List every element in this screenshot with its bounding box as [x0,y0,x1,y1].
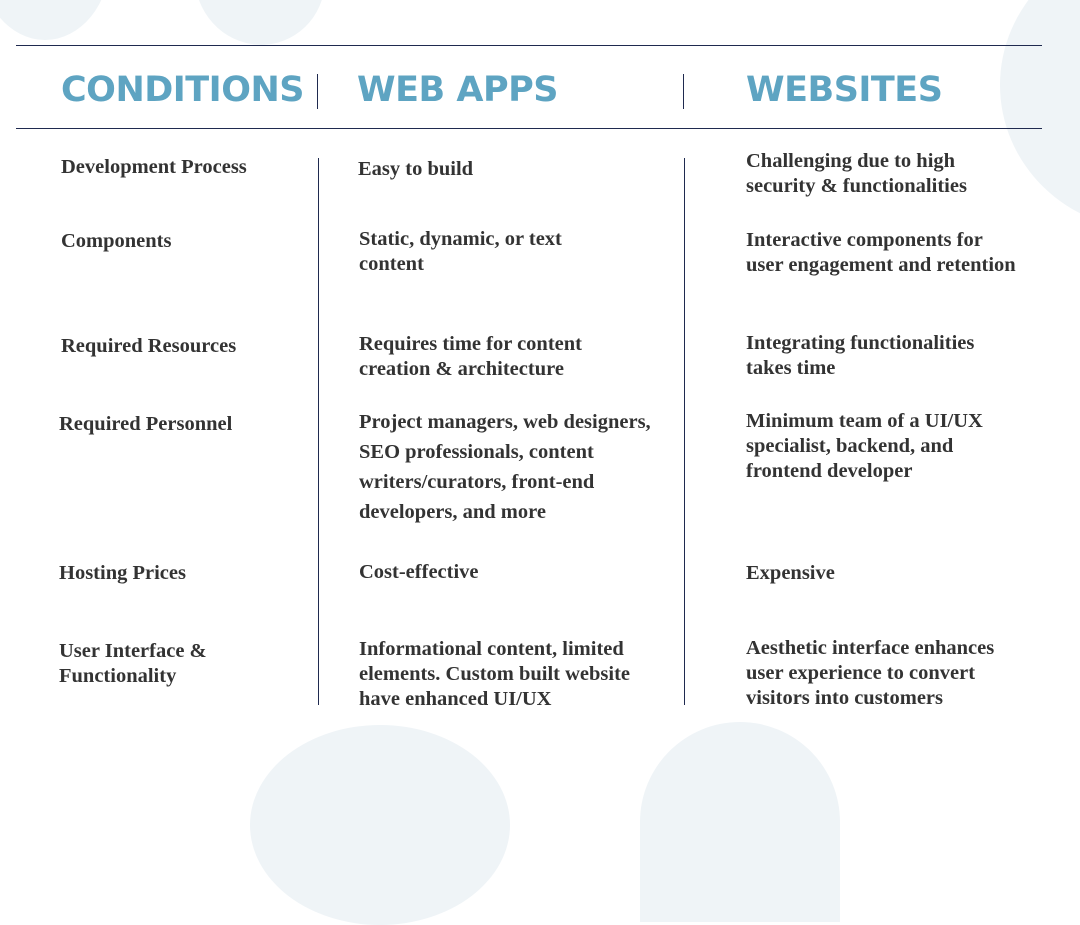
websites-cell: Interactive components for user engageme… [746,229,1016,276]
websites-cell: Expensive [746,562,835,584]
header-websites: WEBSITES [746,70,943,110]
web-apps-cell: Project managers, web designers, SEO pro… [359,411,651,523]
condition-label: Components [61,230,172,252]
websites-cell: Aesthetic interface enhances user experi… [746,637,995,709]
condition-label: User Interface & Functionality [59,640,207,687]
header-conditions: CONDITIONS [61,70,304,110]
web-apps-cell: Static, dynamic, or text content [359,228,562,275]
background-shape [250,725,510,925]
body-column-divider [318,158,319,705]
condition-label: Development Process [61,156,247,178]
body-column-divider [684,158,685,705]
header-web-apps: WEB APPS [357,70,558,110]
background-shape [640,722,840,922]
header-column-divider [683,74,684,109]
web-apps-cell: Informational content, limited elements.… [359,638,631,710]
websites-cell: Integrating functionalities takes time [746,332,975,379]
condition-label: Required Resources [61,335,237,357]
header-top-divider [16,45,1042,46]
web-apps-cell: Requires time for content creation & arc… [359,333,582,380]
condition-label: Required Personnel [59,413,233,435]
background-shape [1000,0,1080,230]
background-shape [179,0,341,60]
websites-cell: Challenging due to high security & funct… [746,150,967,197]
background-shape [0,0,110,40]
websites-cell: Minimum team of a UI/UX specialist, back… [746,410,983,482]
header-column-divider [317,74,318,109]
web-apps-cell: Easy to build [358,158,474,180]
header-bottom-divider [16,128,1042,129]
web-apps-cell: Cost-effective [359,561,479,583]
condition-label: Hosting Prices [59,562,186,584]
